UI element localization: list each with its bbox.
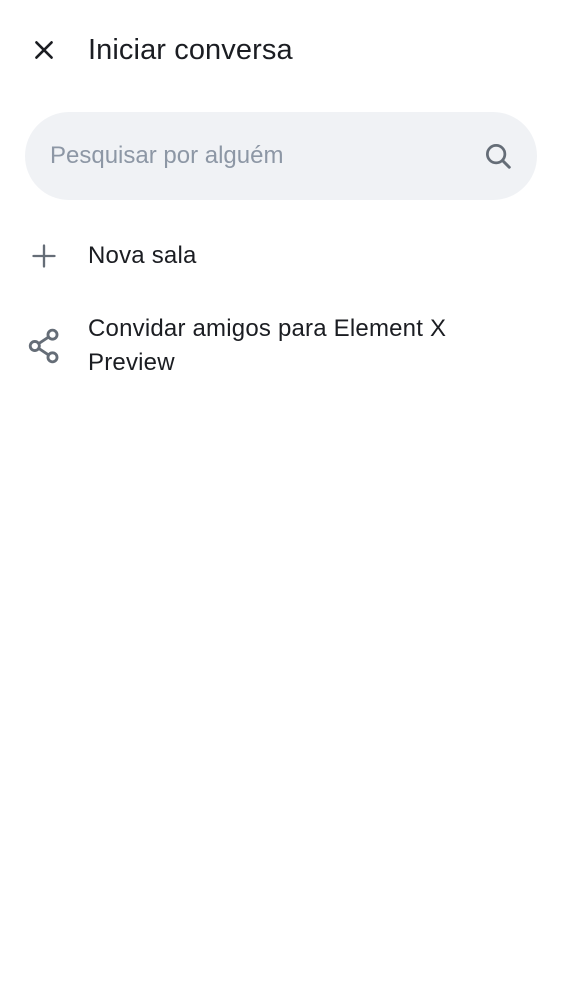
action-list: Nova sala Convidar amigos para Element X… <box>0 220 562 396</box>
top-app-bar: Iniciar conversa <box>0 0 562 100</box>
plus-icon <box>20 232 68 280</box>
invite-friends-label: Convidar amigos para Element X Preview <box>88 315 447 376</box>
share-icon <box>20 322 68 370</box>
invite-friends-item[interactable]: Convidar amigos para Element X Preview <box>0 296 562 396</box>
close-button[interactable] <box>20 26 68 74</box>
new-room-item[interactable]: Nova sala <box>0 220 562 292</box>
search-input[interactable] <box>50 132 450 180</box>
search-icon <box>486 144 511 169</box>
page-title: Iniciar conversa <box>88 34 293 66</box>
new-room-label: Nova sala <box>88 242 197 269</box>
search-button[interactable] <box>474 132 522 180</box>
search-bar[interactable] <box>25 112 537 200</box>
close-icon <box>35 41 53 59</box>
